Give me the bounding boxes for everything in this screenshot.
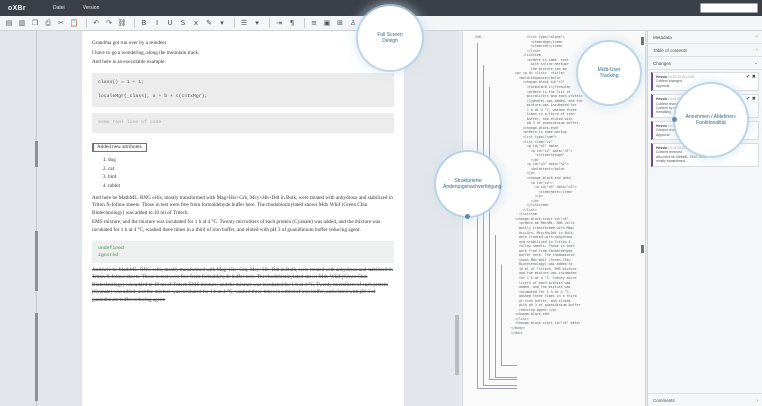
- list-item: dog: [108, 157, 394, 165]
- pane-resize-handle[interactable]: [641, 37, 644, 45]
- change-annotation[interactable]: Added new attributes.: [92, 142, 147, 153]
- document-page[interactable]: Grandma got run over by a reindeer. I ha…: [82, 31, 404, 406]
- callout-text: Full Screen Design: [377, 32, 403, 44]
- code-line: undefined: [98, 245, 124, 251]
- callout-text: Strukturierte Änderungsnachverfolgung: [443, 178, 502, 190]
- inserted-code-block[interactable]: undefined ignored: [92, 240, 394, 263]
- change-description: mostly transformed...: [656, 159, 688, 164]
- copy-icon[interactable]: ❐: [30, 18, 40, 28]
- toolbar-separator: [269, 18, 270, 28]
- search-input[interactable]: [700, 3, 758, 13]
- app-logo: oXBr: [8, 4, 26, 12]
- code-line: ignored: [98, 252, 119, 258]
- list-icon[interactable]: ☰: [239, 18, 249, 28]
- italic-icon[interactable]: I: [152, 18, 162, 28]
- change-marker[interactable]: [35, 141, 38, 167]
- bold-icon[interactable]: B: [139, 18, 149, 28]
- paragraph-icon[interactable]: ¶: [287, 18, 297, 28]
- callout-text: Multi-User Tracking: [597, 67, 621, 79]
- chevron-right-icon: ›: [756, 47, 758, 53]
- callout-pointer-icon: [672, 117, 677, 122]
- ordered-list: dog cat bird rabbit: [108, 157, 394, 190]
- list-item: rabbit: [108, 183, 394, 191]
- toolbar-separator: [134, 18, 135, 28]
- person-icon[interactable]: ♙: [348, 18, 358, 28]
- editor-area: Grandma got run over by a reindeer. I ha…: [0, 31, 460, 406]
- xml-line: </doc>: [511, 330, 523, 335]
- chevron-down-icon: ⌄: [753, 60, 758, 66]
- table-icon[interactable]: ⊞: [335, 18, 345, 28]
- dropdown-icon[interactable]: ▾: [217, 18, 227, 28]
- change-author: Hessia: [656, 75, 667, 79]
- paste-icon[interactable]: 📋: [69, 18, 79, 28]
- code-block[interactable]: some real line of code: [92, 112, 394, 133]
- section-label: Comments: [653, 397, 675, 403]
- section-label: Changes: [653, 60, 672, 66]
- doc-paragraph: EMS mixture, and the mixture was incubat…: [92, 219, 381, 233]
- doc-line: Grandma got run over by a reindeer.: [92, 40, 168, 46]
- change-author: Hessia: [656, 97, 667, 102]
- undo-icon[interactable]: ↶: [91, 18, 101, 28]
- callout-pointer-icon: [465, 214, 470, 219]
- chevron-right-icon: ›: [756, 34, 758, 40]
- scrollbar-thumb[interactable]: [455, 315, 459, 375]
- sidebar-section-toc[interactable]: Table of contents ›: [648, 44, 762, 57]
- underline-icon[interactable]: U: [165, 18, 175, 28]
- strike-icon[interactable]: S: [178, 18, 188, 28]
- code-line: some real line of code: [98, 119, 162, 125]
- callout-accept-reject: Annehmen / Ablehnen-Funktionalität: [672, 84, 747, 156]
- change-marker[interactable]: [35, 231, 38, 291]
- print-icon[interactable]: ⎙: [43, 18, 53, 28]
- app-window: oXBr Datei Version ▤ ▥ ❐ ⎙ ✂ 📋 ↶ ↷ ⛓ B I U Sx ✎ ▾ ☰ ▾ ⇥ ¶ ≡…: [0, 0, 762, 406]
- pane-resize-handle[interactable]: [641, 245, 644, 253]
- list-item: cat: [108, 166, 394, 174]
- subscript-icon[interactable]: x: [191, 18, 201, 28]
- chevron-right-icon: ›: [756, 397, 759, 403]
- indent-icon[interactable]: ⇥: [274, 18, 284, 28]
- callout-fullscreen: Full Screen Design: [358, 6, 422, 70]
- list-item: bird: [108, 174, 394, 182]
- change-timestamp: 10.01.2016 13:05: [667, 75, 695, 79]
- doc-line: I have to go a wondering, along the moun…: [92, 49, 200, 56]
- callout-multiuser: Multi-User Tracking: [578, 42, 640, 104]
- save-icon[interactable]: ▤: [4, 18, 14, 28]
- redo-icon[interactable]: ↷: [104, 18, 114, 28]
- accept-reject-buttons[interactable]: ✔ ✖: [746, 74, 756, 80]
- section-label: Table of contents: [653, 47, 688, 53]
- dropdown-icon[interactable]: ▾: [252, 18, 262, 28]
- change-author: Hessia: [656, 123, 667, 128]
- change-author: Hessia: [656, 146, 667, 151]
- edit-icon[interactable]: ✎: [204, 18, 214, 28]
- menu-file[interactable]: Datei: [44, 5, 74, 11]
- folder-icon[interactable]: ▥: [17, 18, 27, 28]
- sidebar-section-metadata[interactable]: Metadata ›: [648, 31, 762, 44]
- callout-tracking: Strukturierte Änderungsnachverfolgung: [436, 152, 502, 219]
- link-icon[interactable]: ⛓: [117, 18, 127, 28]
- callout-text: Annehmen / Ablehnen-Funktionalität: [685, 114, 737, 126]
- code-line: class() = 1 + 1;: [98, 79, 145, 85]
- menu-version[interactable]: Version: [74, 5, 109, 11]
- image-icon[interactable]: ▣: [322, 18, 332, 28]
- doc-paragraph: And here be MathML. RNG cells, mostly tr…: [92, 194, 393, 216]
- toolbar-separator: [304, 18, 305, 28]
- section-label: Metadata: [653, 34, 672, 40]
- change-marker[interactable]: [35, 313, 38, 401]
- sidebar-section-changes[interactable]: Changes ⌄: [648, 57, 762, 70]
- doc-line: And here is an executable example:: [92, 59, 166, 66]
- change-gutter: [35, 31, 42, 406]
- document-scrollbar[interactable]: [455, 31, 459, 406]
- code-line: localeMgr(_class), a + b + c(cntxMgr);: [98, 94, 208, 100]
- sidebar-section-comments[interactable]: Comments ›: [648, 393, 762, 406]
- deleted-paragraph[interactable]: And here be MathML. RNG cells, mostly tr…: [92, 267, 394, 305]
- code-block[interactable]: class() = 1 + 1; localeMgr(_class), a + …: [92, 72, 394, 107]
- toolbar-separator: [234, 18, 235, 28]
- accept-reject-buttons[interactable]: ✔ ✖: [746, 96, 756, 102]
- list-icon[interactable]: ≡: [309, 18, 319, 28]
- toolbar-separator: [86, 18, 87, 28]
- cut-icon[interactable]: ✂: [56, 18, 66, 28]
